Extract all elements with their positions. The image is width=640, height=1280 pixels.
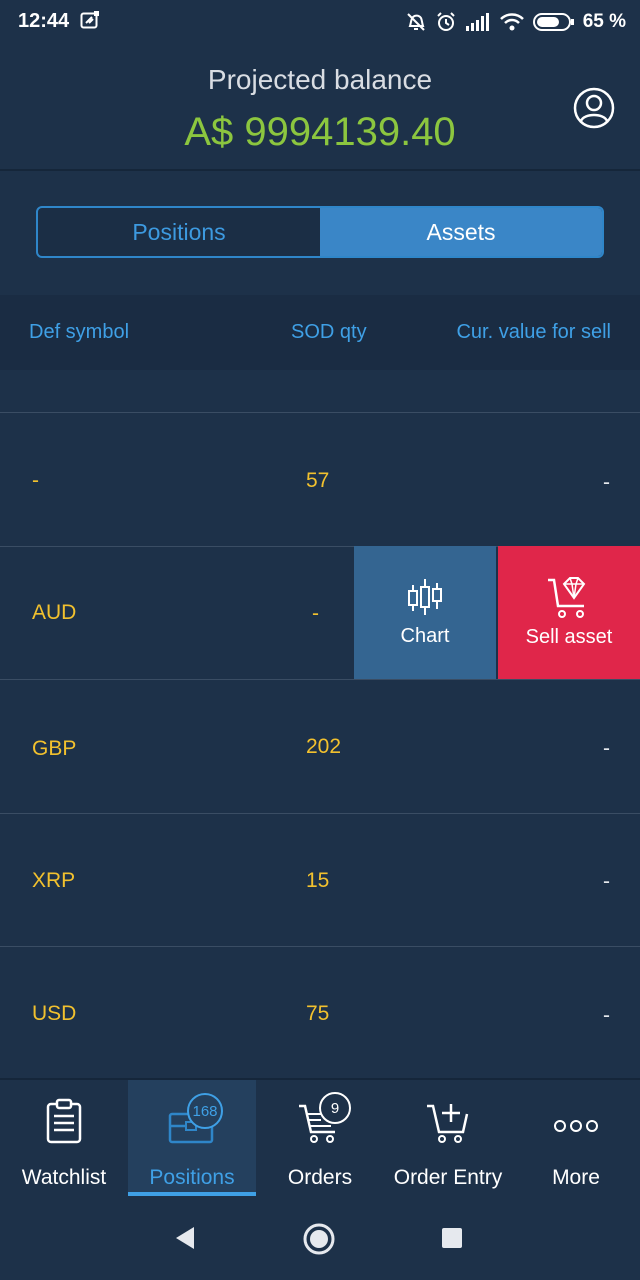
cell-sod-qty: 15 (306, 869, 330, 892)
column-header-cur-value[interactable]: Cur. value for sell (456, 321, 611, 344)
table-header: Def symbol SOD qty Cur. value for sell (0, 295, 640, 370)
cell-cur-value: - (603, 870, 610, 893)
mute-icon (405, 11, 427, 33)
system-navigation-bar (0, 1196, 640, 1280)
nav-order-entry[interactable]: Order Entry (384, 1080, 512, 1196)
table-row[interactable]: - 57 - (0, 413, 640, 547)
chart-action-button[interactable]: Chart (354, 546, 496, 679)
diamond-cart-icon (548, 577, 586, 618)
column-header-sod-qty[interactable]: SOD qty (291, 321, 367, 344)
clipboard-icon (46, 1098, 82, 1144)
cell-symbol: GBP (32, 737, 77, 760)
more-dots-icon (554, 1120, 598, 1132)
cell-sod-qty: 202 (306, 735, 342, 758)
table-row-swiped[interactable]: AUD - Chart Sell asset (0, 546, 640, 680)
status-bar: 12:44 65 % (0, 0, 640, 44)
chart-action-label: Chart (400, 625, 450, 647)
nav-more[interactable]: More (512, 1080, 640, 1196)
orders-count-badge: 9 (319, 1092, 351, 1124)
back-icon[interactable] (174, 1226, 196, 1250)
cell-sod-qty: 75 (306, 1002, 330, 1025)
battery-percent: 65 % (582, 11, 626, 32)
nav-label: Positions (149, 1166, 235, 1189)
cell-symbol: - (32, 469, 39, 492)
alarm-icon (435, 11, 457, 33)
tab-positions[interactable]: Positions (38, 208, 320, 256)
status-time: 12:44 (18, 10, 70, 32)
tab-assets[interactable]: Assets (320, 208, 602, 256)
positions-count-badge: 168 (187, 1093, 223, 1129)
nav-label: Order Entry (393, 1166, 503, 1189)
cart-plus-icon (427, 1104, 469, 1143)
screenshot-icon (80, 10, 100, 30)
candlestick-chart-icon (408, 579, 442, 615)
nav-positions[interactable]: 168 Positions (128, 1080, 256, 1196)
nav-label: Watchlist (21, 1166, 107, 1189)
table-row[interactable]: XRP 15 - (0, 813, 640, 947)
user-icon (573, 87, 615, 129)
cell-sod-qty: - (312, 602, 319, 625)
nav-orders[interactable]: 9 Orders (256, 1080, 384, 1196)
cell-symbol: AUD (32, 601, 77, 624)
battery-icon (532, 12, 575, 32)
wifi-icon (499, 12, 525, 32)
table-row-spacer (0, 370, 640, 413)
sell-asset-button[interactable]: Sell asset (498, 546, 640, 679)
table-row[interactable]: USD 75 - (0, 946, 640, 1079)
cell-sod-qty: 57 (306, 469, 330, 492)
cell-cur-value: - (603, 737, 610, 760)
view-segmented-control: Positions Assets (36, 206, 604, 258)
projected-balance-value: A$ 9994139.40 (184, 110, 456, 154)
nav-label: Orders (287, 1166, 353, 1189)
home-icon[interactable] (302, 1222, 336, 1256)
signal-icon (465, 12, 491, 32)
cell-cur-value: - (603, 1004, 610, 1027)
balance-header: Projected balance A$ 9994139.40 (0, 44, 640, 171)
column-header-def-symbol[interactable]: Def symbol (29, 321, 129, 344)
header-title: Projected balance (207, 64, 433, 95)
cell-symbol: USD (32, 1002, 77, 1025)
nav-label: More (552, 1166, 600, 1189)
account-button[interactable] (572, 86, 616, 130)
sell-asset-label: Sell asset (525, 626, 613, 648)
table-row[interactable]: GBP 202 - (0, 680, 640, 814)
cell-cur-value: - (603, 471, 610, 494)
recents-icon[interactable] (441, 1227, 463, 1249)
bottom-navigation: Watchlist 168 Positions 9 Orders Order E… (0, 1078, 640, 1198)
nav-watchlist[interactable]: Watchlist (0, 1080, 128, 1196)
cell-symbol: XRP (32, 869, 76, 892)
